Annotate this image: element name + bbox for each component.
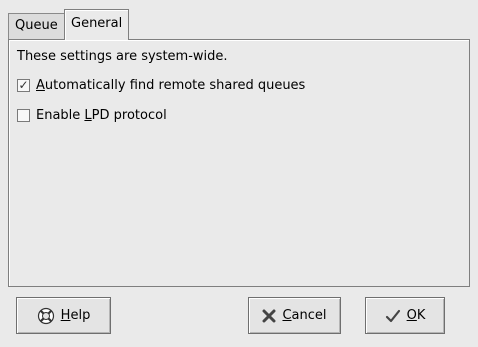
auto-find-queues-label: Automatically find remote shared queues	[36, 78, 306, 93]
help-icon	[37, 307, 55, 325]
ok-check-icon	[385, 308, 401, 324]
help-button-label: Help	[60, 308, 91, 323]
cancel-button[interactable]: Cancel	[248, 297, 341, 334]
auto-find-queues-option[interactable]: ✓ Automatically find remote shared queue…	[17, 78, 305, 93]
enable-lpd-checkbox[interactable]	[17, 109, 30, 122]
enable-lpd-option[interactable]: Enable LPD protocol	[17, 108, 167, 123]
tab-queue[interactable]: Queue	[8, 13, 65, 39]
cancel-x-icon	[262, 309, 276, 323]
help-button[interactable]: Help	[16, 297, 111, 334]
cancel-button-label: Cancel	[282, 308, 327, 323]
settings-description: These settings are system-wide.	[17, 49, 228, 64]
auto-find-queues-checkbox[interactable]: ✓	[17, 79, 30, 92]
printer-settings-dialog: Queue General These settings are system-…	[0, 0, 478, 347]
ok-button[interactable]: OK	[365, 297, 445, 334]
tab-general[interactable]: General	[64, 9, 130, 40]
enable-lpd-label: Enable LPD protocol	[36, 108, 167, 123]
ok-button-label: OK	[406, 308, 426, 323]
general-settings-panel: These settings are system-wide. ✓ Automa…	[8, 39, 470, 287]
